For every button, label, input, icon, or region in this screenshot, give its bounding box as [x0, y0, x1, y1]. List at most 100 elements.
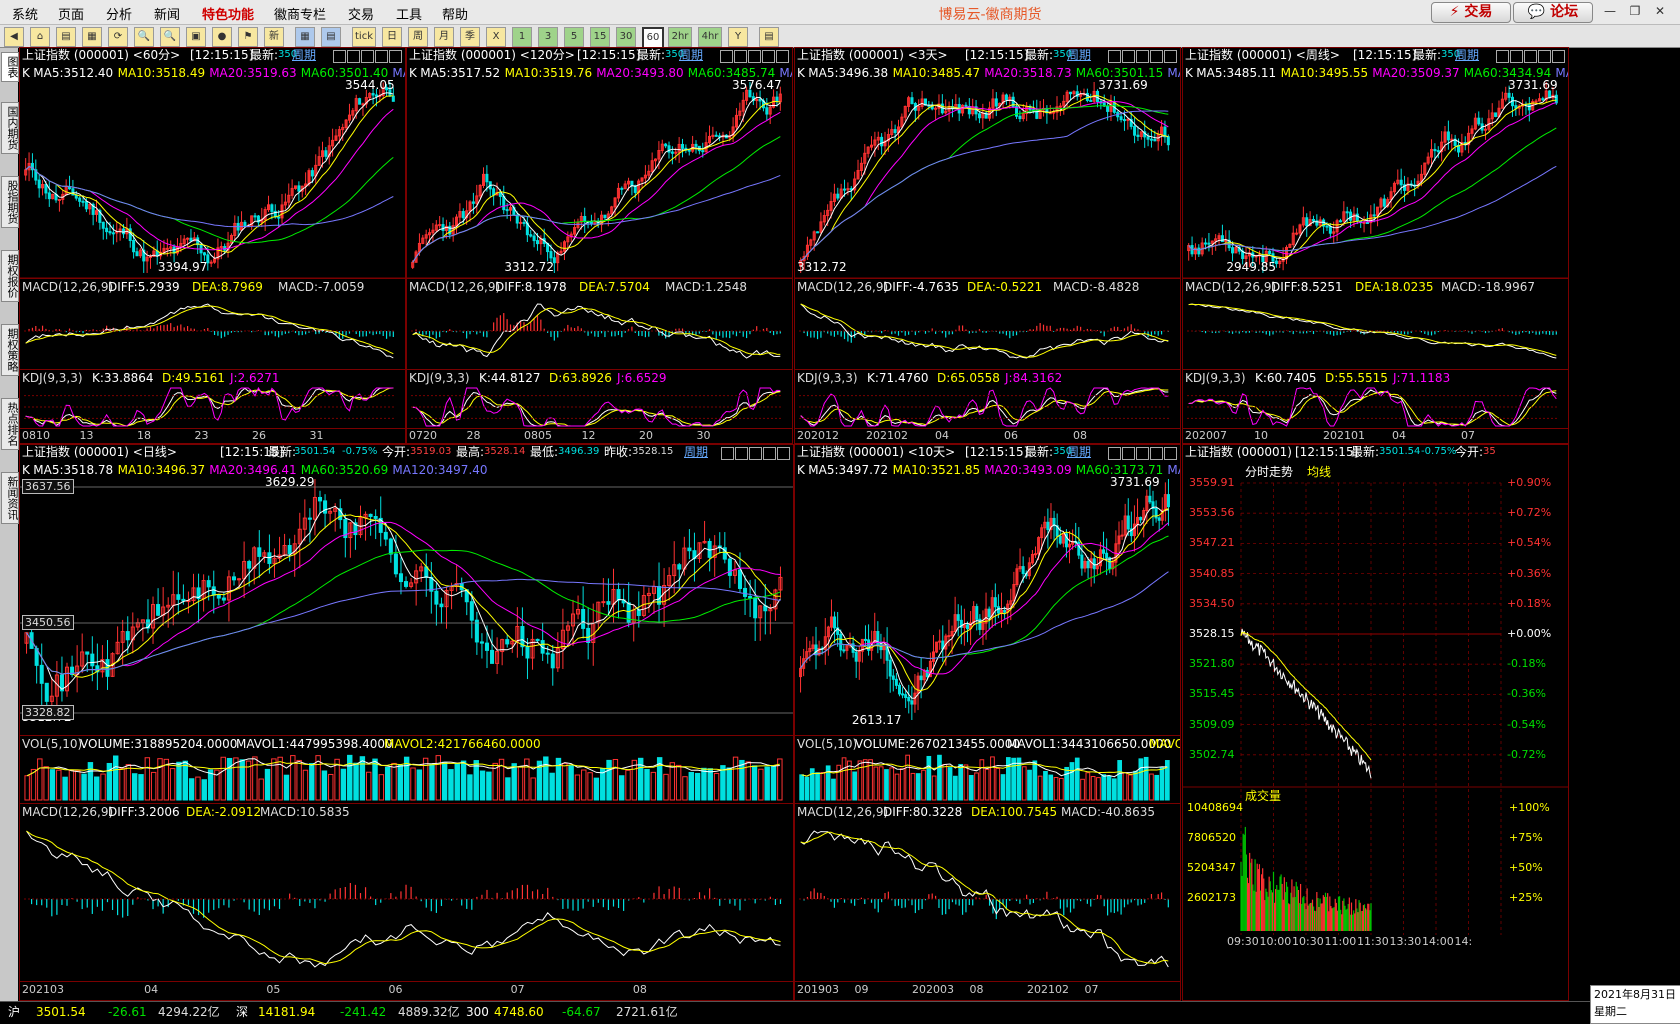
chart-panel[interactable]: 上证指数 (000001) <120分> [12:15:15] 最新: 350 周期 K M… [406, 47, 793, 444]
candle [461, 211, 465, 219]
toolbar-button[interactable]: 新 [264, 27, 284, 47]
period-link[interactable]: 周期 [684, 445, 708, 459]
zoom-out-icon[interactable] [1150, 50, 1163, 63]
menu-help[interactable]: 帮助 [442, 4, 468, 23]
zoom-out-icon[interactable] [375, 50, 388, 63]
minimize-icon[interactable]: — [1600, 3, 1620, 19]
toolbar-button[interactable]: ▦ [295, 27, 315, 47]
toolbar-button[interactable]: 🔍 [134, 27, 154, 47]
tab-average[interactable]: 均线 [1307, 465, 1331, 479]
toolbar-button[interactable]: ⚑ [238, 27, 258, 47]
toolbar-button[interactable]: X [486, 27, 506, 47]
menu-system[interactable]: 系统 [12, 4, 38, 23]
toolbar-button[interactable]: 15 [590, 27, 610, 47]
next-icon[interactable] [1122, 447, 1135, 460]
period-link[interactable]: 周期 [679, 48, 703, 62]
period-link[interactable]: 周期 [1067, 48, 1091, 62]
next-icon[interactable] [1122, 50, 1135, 63]
toolbar-button[interactable]: Y [728, 27, 748, 47]
ma-label-ma120: MA120:312 [1167, 463, 1180, 477]
next-icon[interactable] [347, 50, 360, 63]
zoom-in-icon[interactable] [1136, 50, 1149, 63]
toolbar-button[interactable]: 🔍 [160, 27, 180, 47]
trade-button[interactable]: ⚡ 交易 [1431, 2, 1511, 23]
toolbar-button[interactable]: ▤ [759, 27, 779, 47]
next-icon[interactable] [734, 50, 747, 63]
maximize-icon[interactable] [776, 50, 789, 63]
candle [1106, 105, 1110, 112]
zoom-out-icon[interactable] [762, 50, 775, 63]
zoom-in-icon[interactable] [749, 447, 762, 460]
toolbar-button[interactable]: ● [212, 27, 232, 47]
toolbar-button[interactable]: 5 [564, 27, 584, 47]
toolbar-button[interactable]: ⟳ [108, 27, 128, 47]
toolbar-button[interactable]: ▦ [82, 27, 102, 47]
toolbar-button[interactable]: 月 [434, 27, 454, 47]
prev-icon[interactable] [721, 447, 734, 460]
menu-news[interactable]: 新闻 [154, 4, 180, 23]
zoom-in-icon[interactable] [1136, 447, 1149, 460]
maximize-icon[interactable] [1552, 50, 1565, 63]
zoom-out-icon[interactable] [1150, 447, 1163, 460]
next-icon[interactable] [735, 447, 748, 460]
toolbar-button[interactable]: ⌂ [30, 27, 50, 47]
volume-bar [739, 759, 745, 801]
period-link[interactable]: 周期 [1067, 445, 1091, 459]
side-tab[interactable]: 股指期货 [1, 176, 19, 228]
toolbar-button[interactable]: ▤ [321, 27, 341, 47]
chart-panel[interactable]: 上证指数 (000001) <日线> [12:15:15] 最新: 3501.54 -0… [19, 444, 794, 1001]
next-icon[interactable] [1510, 50, 1523, 63]
toolbar-button[interactable]: tick [352, 27, 376, 47]
menu-page[interactable]: 页面 [58, 4, 84, 23]
zoom-in-icon[interactable] [748, 50, 761, 63]
toolbar-button[interactable]: ▤ [56, 27, 76, 47]
side-tab[interactable]: 国内期货 [1, 102, 19, 154]
candle [727, 558, 732, 576]
maximize-icon[interactable] [1164, 447, 1177, 460]
restore-icon[interactable]: ❐ [1625, 3, 1645, 19]
menu-special[interactable]: 特色功能 [202, 4, 254, 23]
prev-icon[interactable] [1108, 447, 1121, 460]
chart-panel[interactable]: 上证指数 (000001) <60分> [12:15:15] 最新: 350 周期 K MA… [19, 47, 406, 444]
close-icon[interactable]: ✕ [1650, 3, 1670, 19]
toolbar-button[interactable]: 周 [408, 27, 428, 47]
zoom-in-icon[interactable] [1524, 50, 1537, 63]
toolbar-button[interactable]: 3 [538, 27, 558, 47]
menu-tools[interactable]: 工具 [396, 4, 422, 23]
prev-icon[interactable] [720, 50, 733, 63]
toolbar-button[interactable]: 日 [382, 27, 402, 47]
zoom-in-icon[interactable] [361, 50, 374, 63]
side-tab[interactable]: 热点排名 [1, 398, 19, 450]
chart-panel[interactable]: 上证指数 (000001) <3天> [12:15:15] 最新: 350 周期 K MA5… [794, 47, 1181, 444]
prev-icon[interactable] [1108, 50, 1121, 63]
prev-icon[interactable] [1496, 50, 1509, 63]
toolbar-button[interactable]: 30 [616, 27, 636, 47]
prev-icon[interactable] [333, 50, 346, 63]
period-link[interactable]: 周期 [1455, 48, 1479, 62]
toolbar-button[interactable]: ▣ [186, 27, 206, 47]
menu-analysis[interactable]: 分析 [106, 4, 132, 23]
toolbar-button[interactable]: 1 [512, 27, 532, 47]
side-tab[interactable]: 图表 [1, 52, 19, 82]
toolbar-button[interactable]: 2hr [668, 27, 692, 47]
side-tab[interactable]: 期权报价 [1, 250, 19, 302]
toolbar-button[interactable]: 60 [642, 27, 664, 49]
toolbar-button[interactable]: 季 [460, 27, 480, 47]
maximize-icon[interactable] [777, 447, 790, 460]
intraday-panel[interactable]: 上证指数 (000001) [12:15:15] 最新: 3501.54 -0.75% 今… [1182, 444, 1569, 1001]
side-tab[interactable]: 期权策略 [1, 324, 19, 376]
maximize-icon[interactable] [389, 50, 402, 63]
toolbar-button[interactable]: ◀ [4, 27, 24, 47]
chart-panel[interactable]: 上证指数 (000001) <10天> [12:15:15] 最新: 350 周期 K MA… [794, 444, 1181, 1001]
side-tab[interactable]: 新闻资讯 [1, 472, 19, 524]
chart-panel[interactable]: 上证指数 (000001) <周线> [12:15:15] 最新: 350 周期 K MA5… [1182, 47, 1569, 444]
zoom-out-icon[interactable] [1538, 50, 1551, 63]
maximize-icon[interactable] [1164, 50, 1177, 63]
toolbar-button[interactable]: 4hr [698, 27, 722, 47]
tab-trend[interactable]: 分时走势 [1245, 465, 1293, 479]
menu-huishang-column[interactable]: 徽商专栏 [274, 4, 326, 23]
period-link[interactable]: 周期 [292, 48, 316, 62]
zoom-out-icon[interactable] [763, 447, 776, 460]
menu-trade[interactable]: 交易 [348, 4, 374, 23]
forum-button[interactable]: 💬 论坛 [1513, 2, 1593, 23]
